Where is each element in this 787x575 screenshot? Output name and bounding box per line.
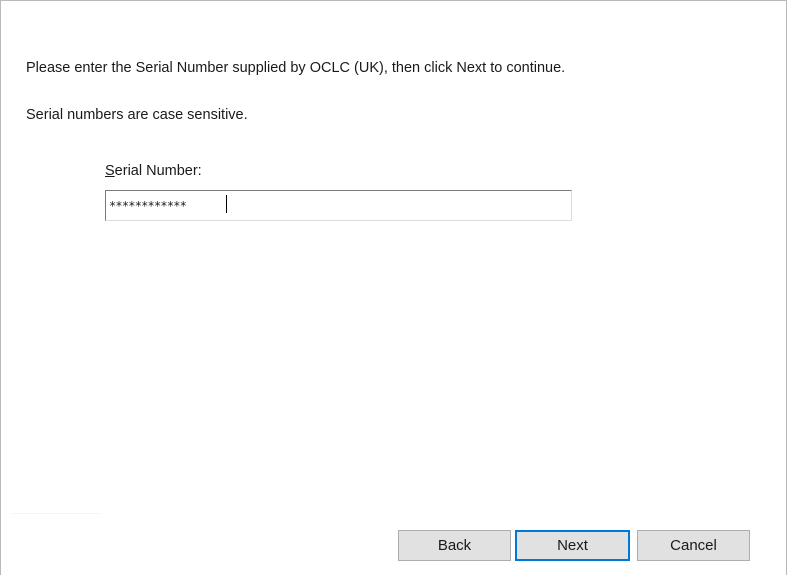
case-sensitivity-note: Serial numbers are case sensitive. (26, 107, 248, 123)
next-button[interactable]: Next (515, 530, 630, 561)
serial-number-label: Serial Number: (105, 163, 202, 179)
serial-number-dialog: Please enter the Serial Number supplied … (0, 0, 787, 575)
divider (13, 513, 99, 514)
text-caret (226, 195, 227, 213)
cancel-button[interactable]: Cancel (637, 530, 750, 561)
serial-number-input[interactable] (105, 190, 572, 221)
serial-number-label-mnemonic: S (105, 163, 115, 179)
instruction-text: Please enter the Serial Number supplied … (26, 60, 566, 76)
back-button[interactable]: Back (398, 530, 511, 561)
serial-number-label-text: erial Number: (114, 163, 202, 179)
button-bar: Back Next Cancel (1, 513, 786, 575)
